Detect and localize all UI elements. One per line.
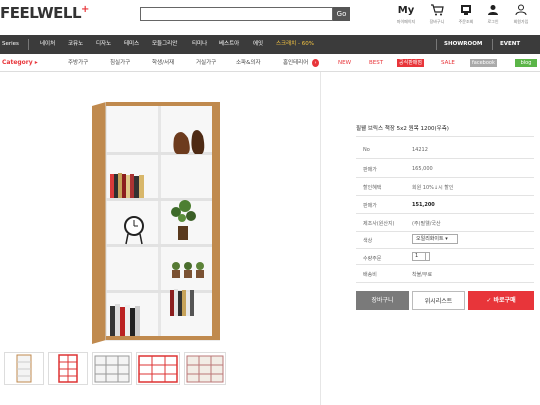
info-label: 수량주문 — [363, 256, 382, 262]
info-divider — [356, 213, 534, 214]
buy-now-button[interactable]: ✓ 바로구매 — [468, 291, 534, 310]
login-icon — [480, 4, 506, 18]
arrow-right-icon: › — [312, 59, 319, 67]
info-value: 회원 10%↓시 할인 — [412, 185, 454, 191]
order-link[interactable]: 주문조회 — [453, 4, 479, 25]
product-thumbnail[interactable] — [4, 352, 44, 385]
nav-series-label: Series — [2, 41, 19, 47]
content-divider — [320, 72, 321, 405]
add-to-cart-button[interactable]: 장바구니 — [356, 291, 409, 310]
info-label: 판매가 — [363, 167, 377, 173]
info-label: 제조사(원산지) — [363, 221, 395, 227]
best-link[interactable]: BEST — [369, 54, 383, 72]
order-icon — [453, 4, 479, 18]
category-item[interactable]: 홈인테리어 — [283, 54, 308, 72]
info-divider — [356, 177, 534, 178]
info-divider — [356, 282, 534, 283]
wishlist-button[interactable]: 위시리스트 — [412, 291, 465, 310]
info-label: 배송비 — [363, 272, 377, 278]
info-label: 색상 — [363, 238, 373, 244]
facebook-link[interactable]: facebook — [470, 59, 497, 67]
sale-price: 151,200 — [412, 202, 435, 208]
blog-link[interactable]: blog — [515, 59, 537, 67]
product-thumbnail[interactable] — [136, 352, 180, 385]
my-page-icon: My — [397, 5, 415, 16]
info-divider — [356, 231, 534, 232]
join-link[interactable]: 회원가입 — [508, 4, 534, 25]
info-divider — [356, 158, 534, 159]
product-thumbnail[interactable] — [92, 352, 132, 385]
product-image — [92, 101, 221, 344]
category-item[interactable]: 거실가구 — [196, 54, 216, 72]
category-item[interactable]: 소파&의자 — [236, 54, 261, 72]
nav-item[interactable]: 테미스 — [124, 35, 139, 54]
nav-item[interactable]: 디자노 — [96, 35, 111, 54]
cart-icon — [424, 4, 450, 18]
info-label: 판매가 — [363, 203, 377, 209]
nav-item[interactable]: 티미나 — [192, 35, 207, 54]
nav-item[interactable]: 코뮤노 — [68, 35, 83, 54]
showroom-link[interactable]: SHOWROOM — [444, 35, 482, 54]
quantity-stepper[interactable] — [426, 252, 430, 261]
info-divider — [356, 136, 534, 137]
category-item[interactable]: 학생/서재 — [152, 54, 174, 72]
category-label: Category ▸ — [2, 59, 38, 66]
login-link[interactable]: 로그인 — [480, 4, 506, 25]
nav-item[interactable]: 네이처 — [40, 35, 55, 54]
series-nav: Series 네이처 코뮤노 디자노 테미스 모듈그리안 티미나 베스트아 에잇… — [0, 35, 540, 54]
site-logo[interactable]: FEELWELL+ — [0, 4, 89, 22]
info-label: No — [363, 147, 370, 153]
nav-item[interactable]: 모듈그리안 — [152, 35, 177, 54]
nav-item-scratch[interactable]: 스크래치 - 60% — [276, 35, 314, 54]
nav-item[interactable]: 에잇 — [253, 35, 263, 54]
product-thumbnail[interactable] — [184, 352, 226, 385]
category-item[interactable]: 침실가구 — [110, 54, 130, 72]
category-nav: Category ▸ 주방가구 침실가구 학생/서재 거실가구 소파&의자 홈인… — [0, 54, 540, 72]
cart-link[interactable]: 장바구니 — [424, 4, 450, 25]
nav-divider — [28, 39, 29, 50]
info-value: 14212 — [412, 147, 428, 153]
sale-link[interactable]: SALE — [441, 54, 455, 72]
info-divider — [356, 264, 534, 265]
info-divider — [356, 248, 534, 249]
my-page-link[interactable]: My 마이페이지 — [393, 4, 419, 25]
nav-divider — [436, 39, 437, 50]
color-select[interactable]: 오일리화이트 ▾ — [412, 234, 458, 244]
info-divider — [356, 195, 534, 196]
search-input[interactable] — [140, 7, 333, 21]
search-button[interactable]: Go — [333, 7, 350, 21]
nav-divider — [492, 39, 493, 50]
category-item[interactable]: 주방가구 — [68, 54, 88, 72]
outlet-link[interactable]: 공식판매점 — [397, 59, 425, 67]
info-label: 할인혜택 — [363, 185, 382, 191]
event-link[interactable]: EVENT — [500, 35, 520, 54]
info-value: 착불/무료 — [412, 272, 433, 278]
nav-item[interactable]: 베스트아 — [219, 35, 239, 54]
info-value: (주)필웰/국산 — [412, 221, 441, 227]
quantity-input[interactable]: 1 — [412, 252, 426, 261]
new-link[interactable]: NEW — [338, 54, 351, 72]
product-title: 필웰 브릭스 책장 5x2 원목 1200(우측) — [356, 126, 449, 132]
user-icon — [508, 4, 534, 18]
product-thumbnail[interactable] — [48, 352, 88, 385]
info-value: 165,000 — [412, 166, 433, 172]
